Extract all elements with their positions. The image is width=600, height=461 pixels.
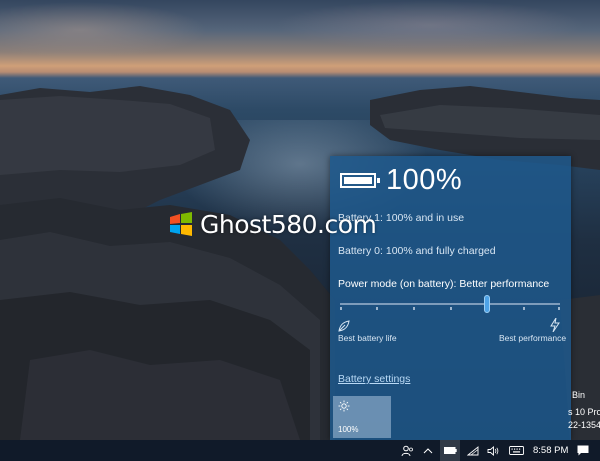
touch-keyboard-button[interactable] <box>506 440 526 461</box>
power-mode-slider-thumb[interactable] <box>484 295 491 313</box>
battery-icon <box>443 447 457 454</box>
brightness-value: 100% <box>338 425 359 434</box>
windows-logo-icon <box>170 212 192 236</box>
action-center-button[interactable] <box>574 440 592 461</box>
people-button[interactable] <box>398 440 416 461</box>
battery-percentage: 100% <box>386 164 463 196</box>
power-mode-label: Power mode (on battery): Better performa… <box>338 278 550 290</box>
slider-ticks <box>340 307 560 311</box>
chevron-up-icon <box>423 447 433 453</box>
best-battery-life-label: Best battery life <box>338 333 397 343</box>
leaf-icon <box>338 320 350 332</box>
volume-button[interactable] <box>484 440 502 461</box>
watermark: Ghost580.com <box>168 209 377 239</box>
notifications-icon <box>577 445 589 456</box>
wifi-icon <box>467 445 479 455</box>
battery-settings-link[interactable]: Battery settings <box>338 373 410 385</box>
battery-tray-button[interactable] <box>440 440 460 461</box>
battery-icon <box>340 173 380 188</box>
build-text: 22-1354 <box>568 420 600 430</box>
volume-icon <box>487 445 499 456</box>
battery-flyout: 100% Battery 1: 100% and in use Battery … <box>330 156 571 440</box>
edition-text: s 10 Pro <box>568 407 600 417</box>
watermark-text: Ghost580.com <box>200 209 377 239</box>
people-icon <box>401 445 413 456</box>
lightning-bolt-icon <box>550 318 560 332</box>
brightness-icon <box>338 400 350 412</box>
power-mode-slider[interactable] <box>340 303 560 305</box>
keyboard-icon <box>508 446 524 455</box>
show-hidden-icons-button[interactable] <box>420 440 436 461</box>
network-button[interactable] <box>464 440 482 461</box>
recycle-bin-label: Bin <box>572 390 586 400</box>
brightness-quick-action[interactable]: 100% <box>333 396 391 438</box>
battery-0-status: Battery 0: 100% and fully charged <box>338 245 496 257</box>
taskbar: 8:58 PM <box>0 440 600 461</box>
clock[interactable]: 8:58 PM <box>533 445 568 456</box>
best-performance-label: Best performance <box>499 333 567 343</box>
